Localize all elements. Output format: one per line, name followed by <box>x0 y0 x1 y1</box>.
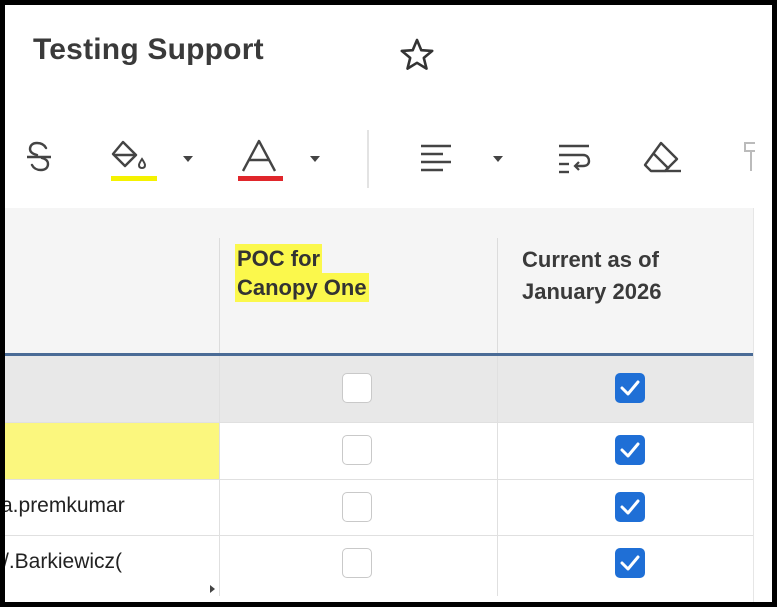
wrap-text-icon[interactable] <box>557 143 593 175</box>
paint-format-icon[interactable] <box>743 141 755 173</box>
strikethrough-icon[interactable] <box>25 139 53 175</box>
column-divider[interactable] <box>497 238 498 353</box>
table-cell[interactable]: /.Barkiewicz( <box>5 536 220 596</box>
table-cell[interactable] <box>498 423 753 479</box>
table-row[interactable]: a.premkumar <box>5 480 753 536</box>
poc-checkbox[interactable] <box>342 373 372 403</box>
table-cell[interactable] <box>220 536 498 596</box>
table-cell[interactable] <box>498 356 753 422</box>
column-header-poc[interactable]: POC for Canopy One <box>235 244 369 302</box>
poc-checkbox[interactable] <box>342 492 372 522</box>
header-poc-line1: POC for <box>235 244 323 273</box>
cell-value: a.premkumar <box>5 494 125 517</box>
header-current-line1: Current as of <box>522 247 659 272</box>
table-row[interactable]: /.Barkiewicz( <box>5 536 753 596</box>
current-checkbox[interactable] <box>615 492 645 522</box>
table-row[interactable] <box>5 423 753 480</box>
header-current-line2: January 2026 <box>522 279 662 304</box>
table-cell[interactable] <box>220 423 498 479</box>
text-color-icon[interactable] <box>235 137 285 183</box>
screenshot-frame: Testing Support POC for Canopy One Curre… <box>0 0 777 607</box>
table-row[interactable] <box>5 356 753 423</box>
eraser-icon[interactable] <box>641 139 683 175</box>
fill-color-swatch <box>111 176 157 181</box>
header-poc-line2: Canopy One <box>235 273 369 302</box>
checkmark-icon <box>620 499 640 515</box>
spreadsheet-grid: POC for Canopy One Current as of January… <box>5 208 753 602</box>
table-cell[interactable] <box>220 480 498 535</box>
table-cell[interactable] <box>5 356 220 422</box>
align-dropdown-icon[interactable] <box>493 156 503 162</box>
favorite-star-icon[interactable] <box>397 35 437 75</box>
poc-checkbox[interactable] <box>342 435 372 465</box>
checkmark-icon <box>620 555 640 571</box>
current-checkbox[interactable] <box>615 373 645 403</box>
fill-color-icon[interactable] <box>109 137 161 183</box>
align-left-icon[interactable] <box>419 143 453 173</box>
current-checkbox[interactable] <box>615 435 645 465</box>
table-cell[interactable] <box>220 356 498 422</box>
cell-overflow-indicator-icon <box>210 585 215 593</box>
text-color-swatch <box>238 176 283 181</box>
text-color-dropdown-icon[interactable] <box>310 156 320 162</box>
checkmark-icon <box>620 380 640 396</box>
column-header-current[interactable]: Current as of January 2026 <box>522 244 661 308</box>
poc-checkbox[interactable] <box>342 548 372 578</box>
sheet-title: Testing Support <box>33 33 264 66</box>
grid-right-edge <box>753 208 754 602</box>
table-cell-highlighted[interactable] <box>5 423 220 479</box>
table-cell[interactable]: a.premkumar <box>5 480 220 535</box>
table-cell[interactable] <box>498 536 753 596</box>
checkmark-icon <box>620 442 640 458</box>
table-cell[interactable] <box>498 480 753 535</box>
cell-value: /.Barkiewicz( <box>5 550 123 573</box>
current-checkbox[interactable] <box>615 548 645 578</box>
toolbar-divider <box>367 130 369 188</box>
formatting-toolbar <box>5 125 772 205</box>
fill-color-dropdown-icon[interactable] <box>183 156 193 162</box>
column-divider[interactable] <box>219 238 220 353</box>
